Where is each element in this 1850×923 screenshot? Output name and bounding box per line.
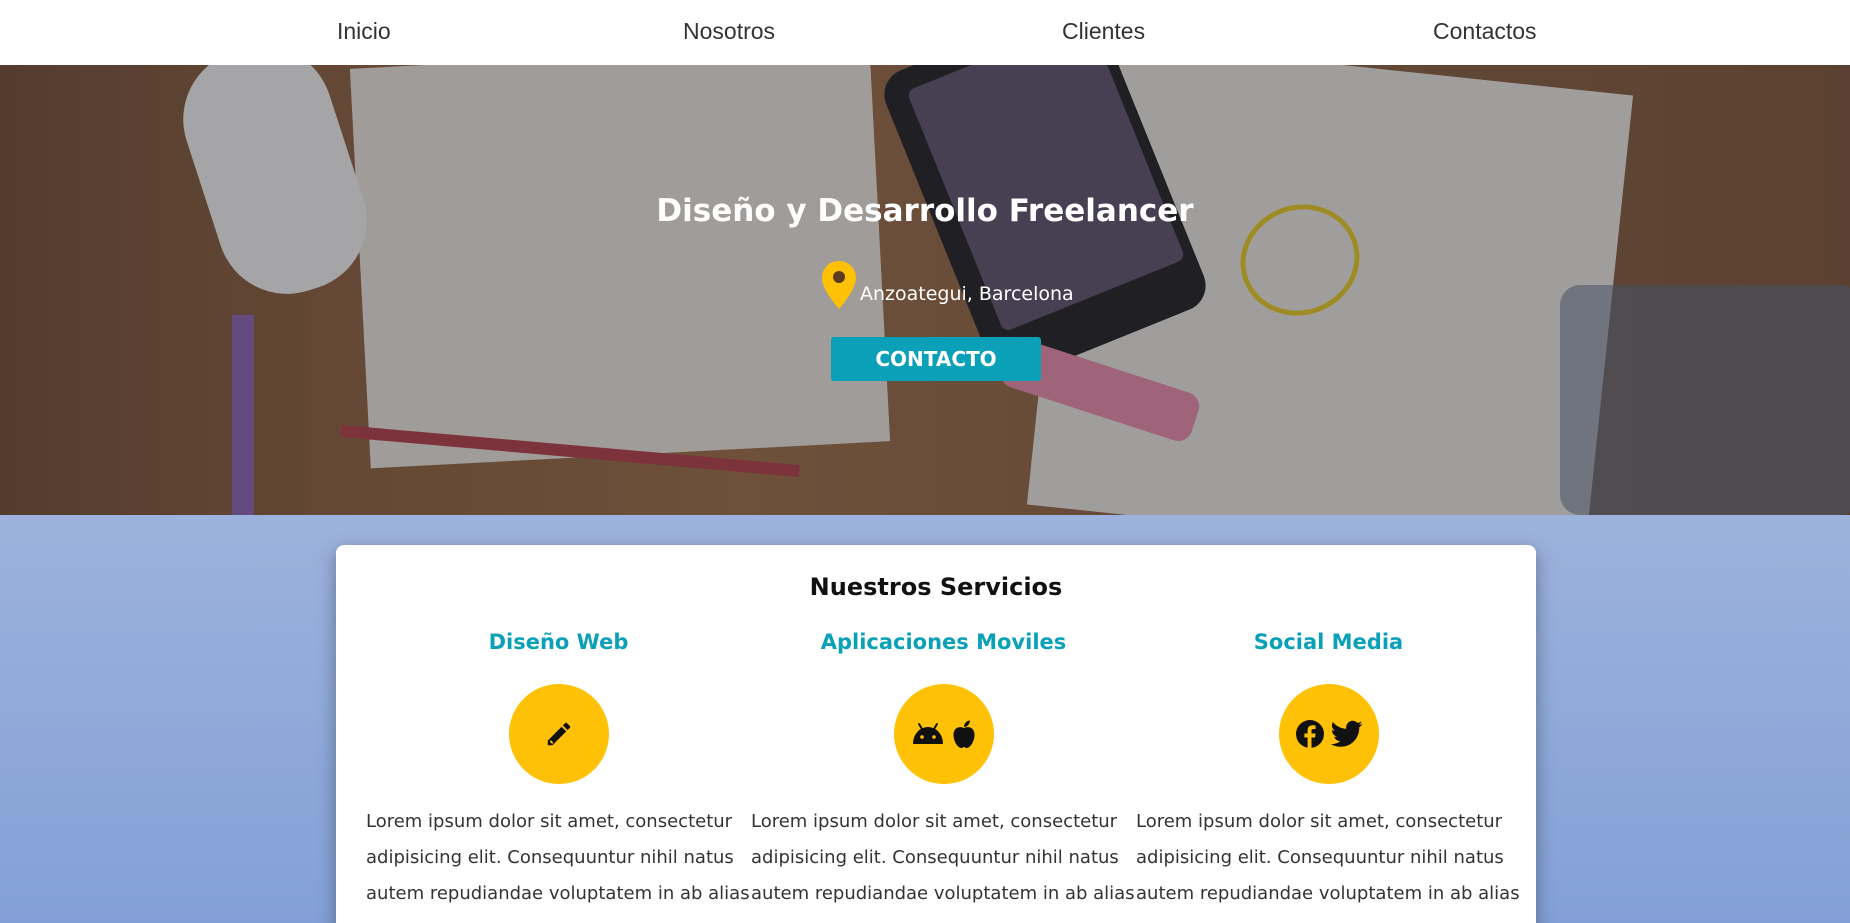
services-card: Nuestros Servicios Diseño Web Lorem ipsu… [336, 545, 1536, 923]
service-title: Social Media [1253, 630, 1404, 654]
service-social-media: Social Media Lorem ipsum dolor sit amet,… [1136, 630, 1521, 912]
hero-location: Anzoategui, Barcelona [820, 255, 1074, 311]
service-icon-circle [893, 684, 994, 784]
android-icon [911, 722, 945, 746]
pencil-icon [544, 719, 574, 749]
nav-link-clientes[interactable]: Clientes [1062, 18, 1145, 45]
hero-banner: Diseño y Desarrollo Freelancer Anzoategu… [0, 65, 1850, 515]
apple-icon [951, 719, 977, 749]
nav-link-nosotros[interactable]: Nosotros [683, 18, 775, 45]
map-pin-icon [820, 259, 858, 311]
service-description: Lorem ipsum dolor sit amet, consectetur … [751, 811, 1135, 904]
twitter-icon [1330, 720, 1363, 748]
services-title: Nuestros Servicios [809, 573, 1063, 601]
service-mobile-apps: Aplicaciones Moviles Lorem ipsum dolor s… [751, 630, 1136, 912]
nav-link-inicio[interactable]: Inicio [337, 18, 391, 45]
location-text: Anzoategui, Barcelona [860, 283, 1074, 305]
hero-content: Diseño y Desarrollo Freelancer Anzoategu… [0, 65, 1850, 515]
hero-title: Diseño y Desarrollo Freelancer [656, 193, 1194, 229]
service-title: Diseño Web [488, 630, 629, 654]
top-navigation: Inicio Nosotros Clientes Contactos [0, 0, 1850, 65]
contact-button[interactable]: CONTACTO [831, 337, 1041, 381]
facebook-icon [1295, 719, 1325, 749]
service-icon-circle [508, 684, 609, 784]
service-title: Aplicaciones Moviles [820, 630, 1067, 654]
service-description: Lorem ipsum dolor sit amet, consectetur … [1136, 811, 1520, 904]
service-description: Lorem ipsum dolor sit amet, consectetur … [366, 811, 750, 904]
nav-link-contactos[interactable]: Contactos [1433, 18, 1537, 45]
service-web-design: Diseño Web Lorem ipsum dolor sit amet, c… [366, 630, 751, 912]
service-icon-circle [1278, 684, 1379, 784]
